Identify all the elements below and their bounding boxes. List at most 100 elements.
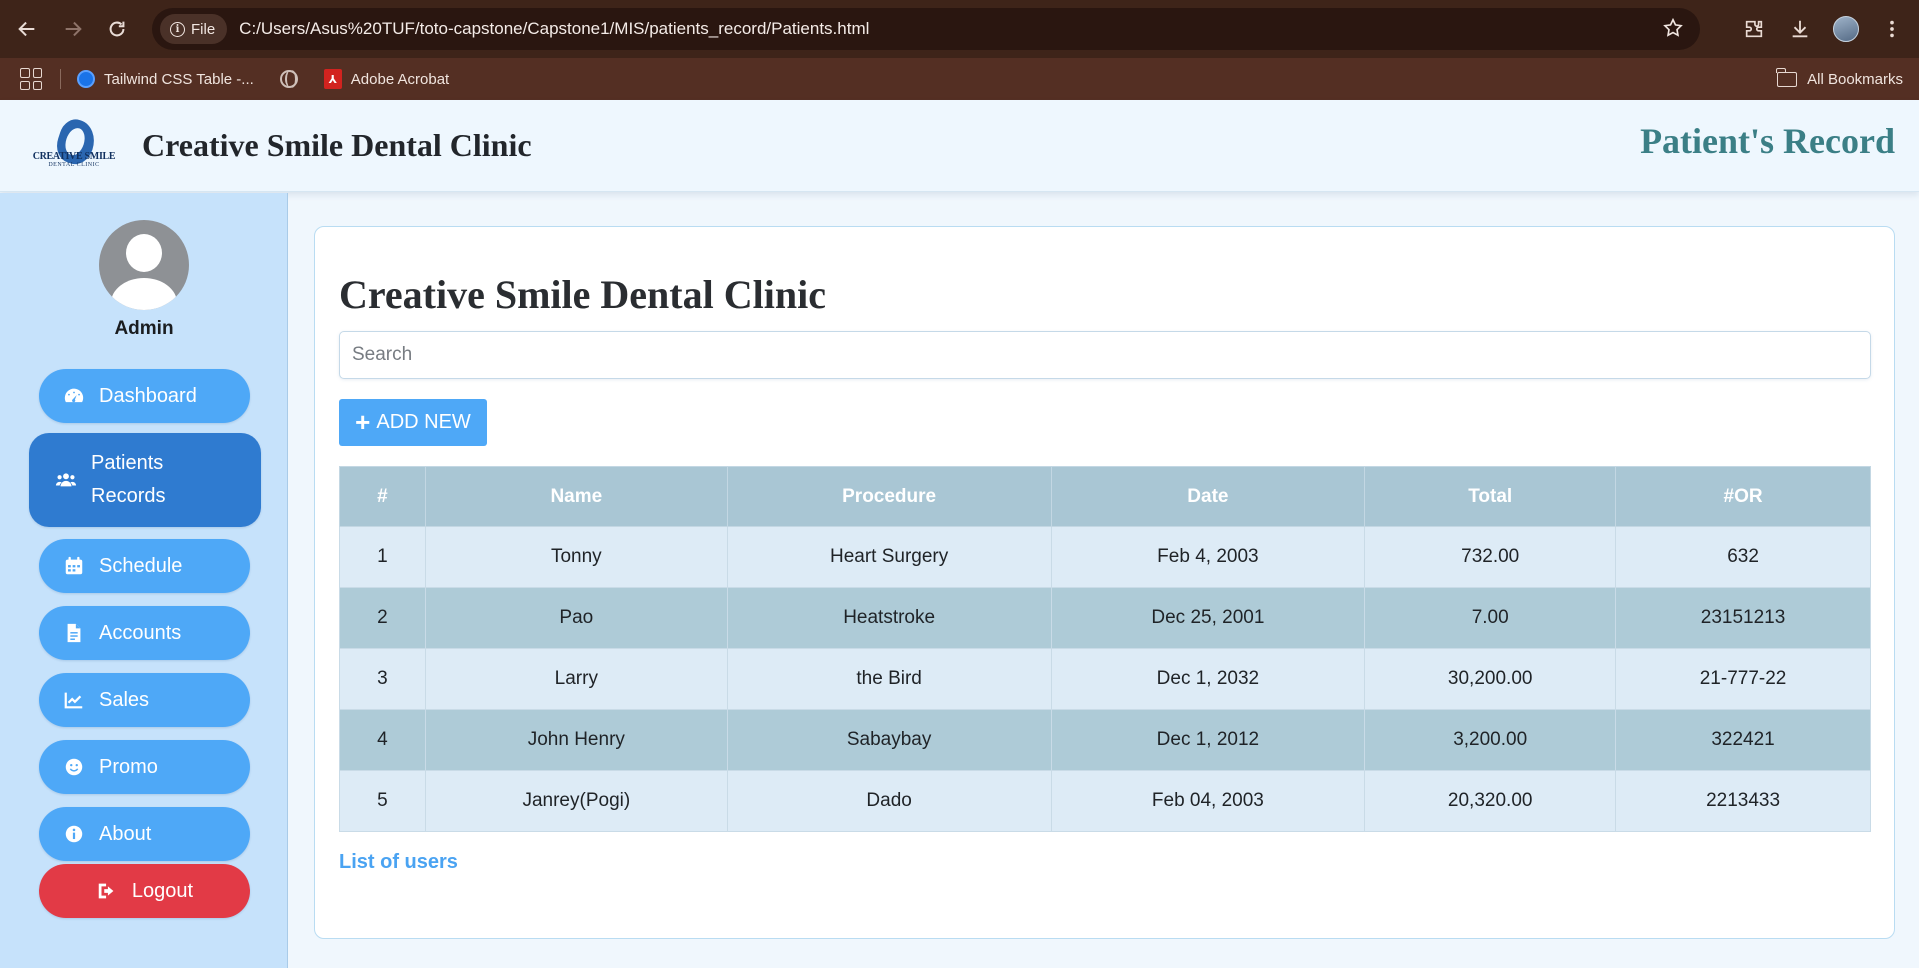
download-icon[interactable] (1787, 16, 1813, 42)
sidebar: Admin Dashboard Patients Records Schedul… (0, 193, 288, 968)
patients-table: # Name Procedure Date Total #OR 1 Tonny … (339, 466, 1871, 832)
sidebar-item-patients-records[interactable]: Patients Records (29, 433, 261, 527)
add-new-button[interactable]: + ADD NEW (339, 399, 487, 446)
cell-procedure: Sabaybay (726, 709, 1052, 771)
cell-number: 3 (339, 648, 426, 710)
table-row[interactable]: 1 Tonny Heart Surgery Feb 4, 2003 732.00… (339, 526, 1871, 588)
bookmarks-divider (60, 69, 61, 89)
column-header-or: #OR (1615, 466, 1871, 527)
column-header-total: Total (1364, 466, 1617, 527)
cell-or: 23151213 (1615, 587, 1871, 649)
cell-name: John Henry (424, 709, 728, 771)
profile-avatar[interactable] (1833, 16, 1859, 42)
cell-procedure: Heart Surgery (726, 526, 1052, 588)
url-text[interactable]: C:/Users/Asus%20TUF/toto-capstone/Capsto… (239, 19, 869, 39)
cell-or: 632 (1615, 526, 1871, 588)
bookmark-adobe-acrobat[interactable]: ⅄ Adobe Acrobat (323, 69, 450, 89)
card-title: Creative Smile Dental Clinic (339, 272, 826, 317)
sidebar-item-label: Sales (99, 688, 150, 711)
sidebar-item-label: Patients Records (91, 452, 166, 507)
list-of-users-link[interactable]: List of users (339, 851, 458, 874)
extensions-icon[interactable] (1741, 16, 1767, 42)
user-avatar (99, 220, 189, 310)
records-card: Creative Smile Dental Clinic + ADD NEW #… (314, 226, 1895, 939)
cell-name: Larry (424, 648, 728, 710)
cell-or: 21-777-22 (1615, 648, 1871, 710)
cell-number: 5 (339, 770, 426, 832)
table-row[interactable]: 4 John Henry Sabaybay Dec 1, 2012 3,200.… (339, 709, 1871, 771)
sidebar-item-about[interactable]: About (39, 807, 250, 861)
info-icon (65, 825, 83, 843)
bookmark-tailwind[interactable]: Tailwind CSS Table -... (77, 70, 254, 88)
sidebar-item-sales[interactable]: Sales (39, 673, 250, 727)
browser-actions (1741, 0, 1919, 58)
bookmark-label: Tailwind CSS Table -... (104, 70, 254, 88)
cell-date: Dec 25, 2001 (1050, 587, 1366, 649)
bookmark-label: Adobe Acrobat (350, 70, 450, 88)
sidebar-item-dashboard[interactable]: Dashboard (39, 369, 250, 423)
site-info-chip[interactable]: i File (160, 14, 228, 44)
cell-name: Janrey(Pogi) (424, 770, 728, 832)
sign-out-icon (98, 883, 114, 899)
cell-or: 322421 (1615, 709, 1871, 771)
clinic-name: Creative Smile Dental Clinic (142, 127, 532, 163)
file-icon (67, 623, 81, 643)
browser-toolbar: i File C:/Users/Asus%20TUF/toto-capstone… (0, 0, 1919, 58)
address-bar[interactable]: i File C:/Users/Asus%20TUF/toto-capstone… (152, 8, 1700, 50)
reload-button[interactable] (99, 11, 135, 47)
cell-name: Pao (424, 587, 728, 649)
cell-number: 1 (339, 526, 426, 588)
folder-icon (1776, 67, 1798, 87)
bookmark-star-icon[interactable] (1662, 17, 1684, 44)
cell-procedure: the Bird (726, 648, 1052, 710)
cell-date: Feb 4, 2003 (1050, 526, 1366, 588)
table-row[interactable]: 5 Janrey(Pogi) Dado Feb 04, 2003 20,320.… (339, 770, 1871, 832)
logo-subtext: DENTAL CLINIC (48, 161, 100, 168)
cell-total: 732.00 (1364, 526, 1617, 588)
smile-icon (65, 758, 83, 776)
column-header-number: # (339, 466, 426, 527)
bookmark-globe[interactable] (279, 70, 298, 88)
cell-date: Dec 1, 2012 (1050, 709, 1366, 771)
table-row[interactable]: 2 Pao Heatstroke Dec 25, 2001 7.00 23151… (339, 587, 1871, 649)
dashboard-icon (64, 388, 84, 403)
plus-icon: + (355, 406, 371, 437)
sidebar-item-label: About (99, 822, 152, 845)
table-row[interactable]: 3 Larry the Bird Dec 1, 2032 30,200.00 2… (339, 648, 1871, 710)
sidebar-item-label: Accounts (99, 621, 182, 644)
column-header-name: Name (424, 466, 728, 527)
app-header: CREATIVE SMILE DENTAL CLINIC Creative Sm… (0, 100, 1919, 192)
globe-icon (279, 70, 298, 88)
more-menu-icon[interactable] (1879, 16, 1905, 42)
pdf-icon: ⅄ (323, 69, 342, 89)
cell-number: 2 (339, 587, 426, 649)
forward-button[interactable] (55, 11, 91, 47)
cell-procedure: Heatstroke (726, 587, 1052, 649)
arrow-left-icon (18, 21, 35, 37)
sidebar-item-promo[interactable]: Promo (39, 740, 250, 794)
table-header-row: # Name Procedure Date Total #OR (339, 466, 1871, 527)
page-heading: Patient's Record (1640, 121, 1895, 161)
users-icon (55, 473, 77, 487)
sidebar-item-schedule[interactable]: Schedule (39, 539, 250, 593)
tailwind-favicon-icon (77, 70, 95, 88)
sidebar-item-accounts[interactable]: Accounts (39, 606, 250, 660)
column-header-procedure: Procedure (726, 466, 1052, 527)
clinic-logo: CREATIVE SMILE DENTAL CLINIC (26, 115, 122, 174)
back-button[interactable] (9, 11, 45, 47)
all-bookmarks-button[interactable]: All Bookmarks (1776, 58, 1903, 100)
logout-button[interactable]: Logout (39, 864, 250, 918)
cell-date: Feb 04, 2003 (1050, 770, 1366, 832)
cell-name: Tonny (424, 526, 728, 588)
info-icon: i (170, 21, 185, 37)
user-name: Admin (114, 318, 174, 339)
column-header-date: Date (1050, 466, 1366, 527)
apps-grid-icon[interactable] (20, 68, 42, 90)
sidebar-item-label: Schedule (99, 554, 183, 577)
cell-total: 7.00 (1364, 587, 1617, 649)
cell-total: 3,200.00 (1364, 709, 1617, 771)
cell-procedure: Dado (726, 770, 1052, 832)
logo-text: CREATIVE SMILE (32, 150, 116, 162)
arrow-right-icon (65, 21, 82, 37)
search-input[interactable] (339, 331, 1871, 379)
